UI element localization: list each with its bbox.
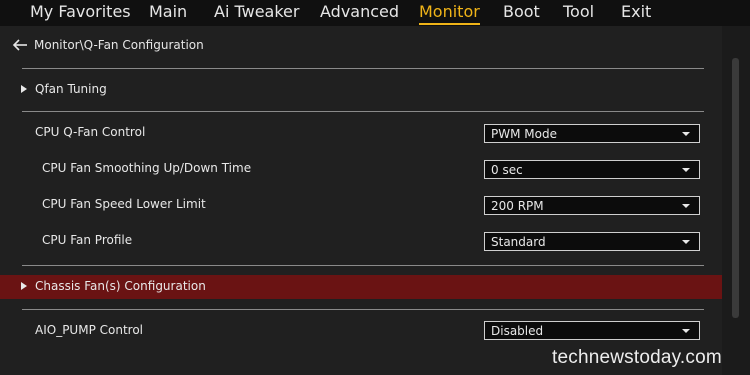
setting-label-cpu-fan-profile: CPU Fan Profile	[42, 233, 133, 247]
select-value: PWM Mode	[491, 127, 557, 141]
divider	[22, 309, 704, 310]
cpu-fan-profile-select[interactable]: Standard	[484, 232, 700, 251]
setting-label-cpu-qfan-control: CPU Q-Fan Control	[35, 125, 146, 139]
select-value: 200 RPM	[491, 199, 544, 213]
select-value: Standard	[491, 235, 546, 249]
chevron-right-icon	[21, 85, 27, 93]
cpu-qfan-control-select[interactable]: PWM Mode	[484, 124, 700, 143]
tab-monitor[interactable]: Monitor	[419, 1, 480, 25]
setting-label-cpu-fan-speed-lower-limit: CPU Fan Speed Lower Limit	[42, 197, 206, 211]
cpu-fan-speed-lower-limit-select[interactable]: 200 RPM	[484, 196, 700, 215]
tab-my-favorites[interactable]: My Favorites	[30, 1, 131, 23]
divider	[22, 68, 704, 69]
tab-ai-tweaker[interactable]: Ai Tweaker	[214, 1, 299, 23]
chevron-right-icon	[21, 282, 27, 290]
tab-advanced[interactable]: Advanced	[320, 1, 399, 23]
breadcrumb: Monitor\Q-Fan Configuration	[12, 36, 204, 54]
section-chassis-fan-label: Chassis Fan(s) Configuration	[35, 279, 206, 293]
section-qfan-tuning-label: Qfan Tuning	[35, 82, 107, 96]
chevron-down-icon	[682, 204, 690, 208]
section-qfan-tuning[interactable]: Qfan Tuning	[0, 78, 722, 102]
setting-label-aio-pump-control: AIO_PUMP Control	[35, 323, 143, 337]
active-tab-indicator	[419, 23, 480, 25]
tab-boot[interactable]: Boot	[503, 1, 540, 23]
tab-tool[interactable]: Tool	[563, 1, 594, 23]
scrollbar-thumb[interactable]	[732, 58, 739, 318]
chevron-down-icon	[682, 132, 690, 136]
chevron-down-icon	[682, 329, 690, 333]
aio-pump-control-select[interactable]: Disabled	[484, 321, 700, 340]
chevron-down-icon	[682, 240, 690, 244]
watermark: technewstoday.com	[552, 347, 722, 368]
select-value: 0 sec	[491, 163, 523, 177]
divider	[22, 111, 704, 112]
tab-monitor-label: Monitor	[419, 2, 480, 21]
tab-exit[interactable]: Exit	[621, 1, 651, 23]
cpu-fan-smoothing-select[interactable]: 0 sec	[484, 160, 700, 179]
divider	[22, 265, 704, 266]
tab-main[interactable]: Main	[149, 1, 187, 23]
setting-label-cpu-fan-smoothing: CPU Fan Smoothing Up/Down Time	[42, 161, 252, 175]
arrow-left-icon[interactable]	[12, 38, 28, 52]
section-chassis-fan-configuration[interactable]: Chassis Fan(s) Configuration	[0, 275, 722, 299]
top-menu-bar: My Favorites Main Ai Tweaker Advanced Mo…	[0, 0, 750, 26]
chevron-down-icon	[682, 168, 690, 172]
breadcrumb-path: Monitor\Q-Fan Configuration	[34, 38, 204, 52]
select-value: Disabled	[491, 324, 544, 338]
